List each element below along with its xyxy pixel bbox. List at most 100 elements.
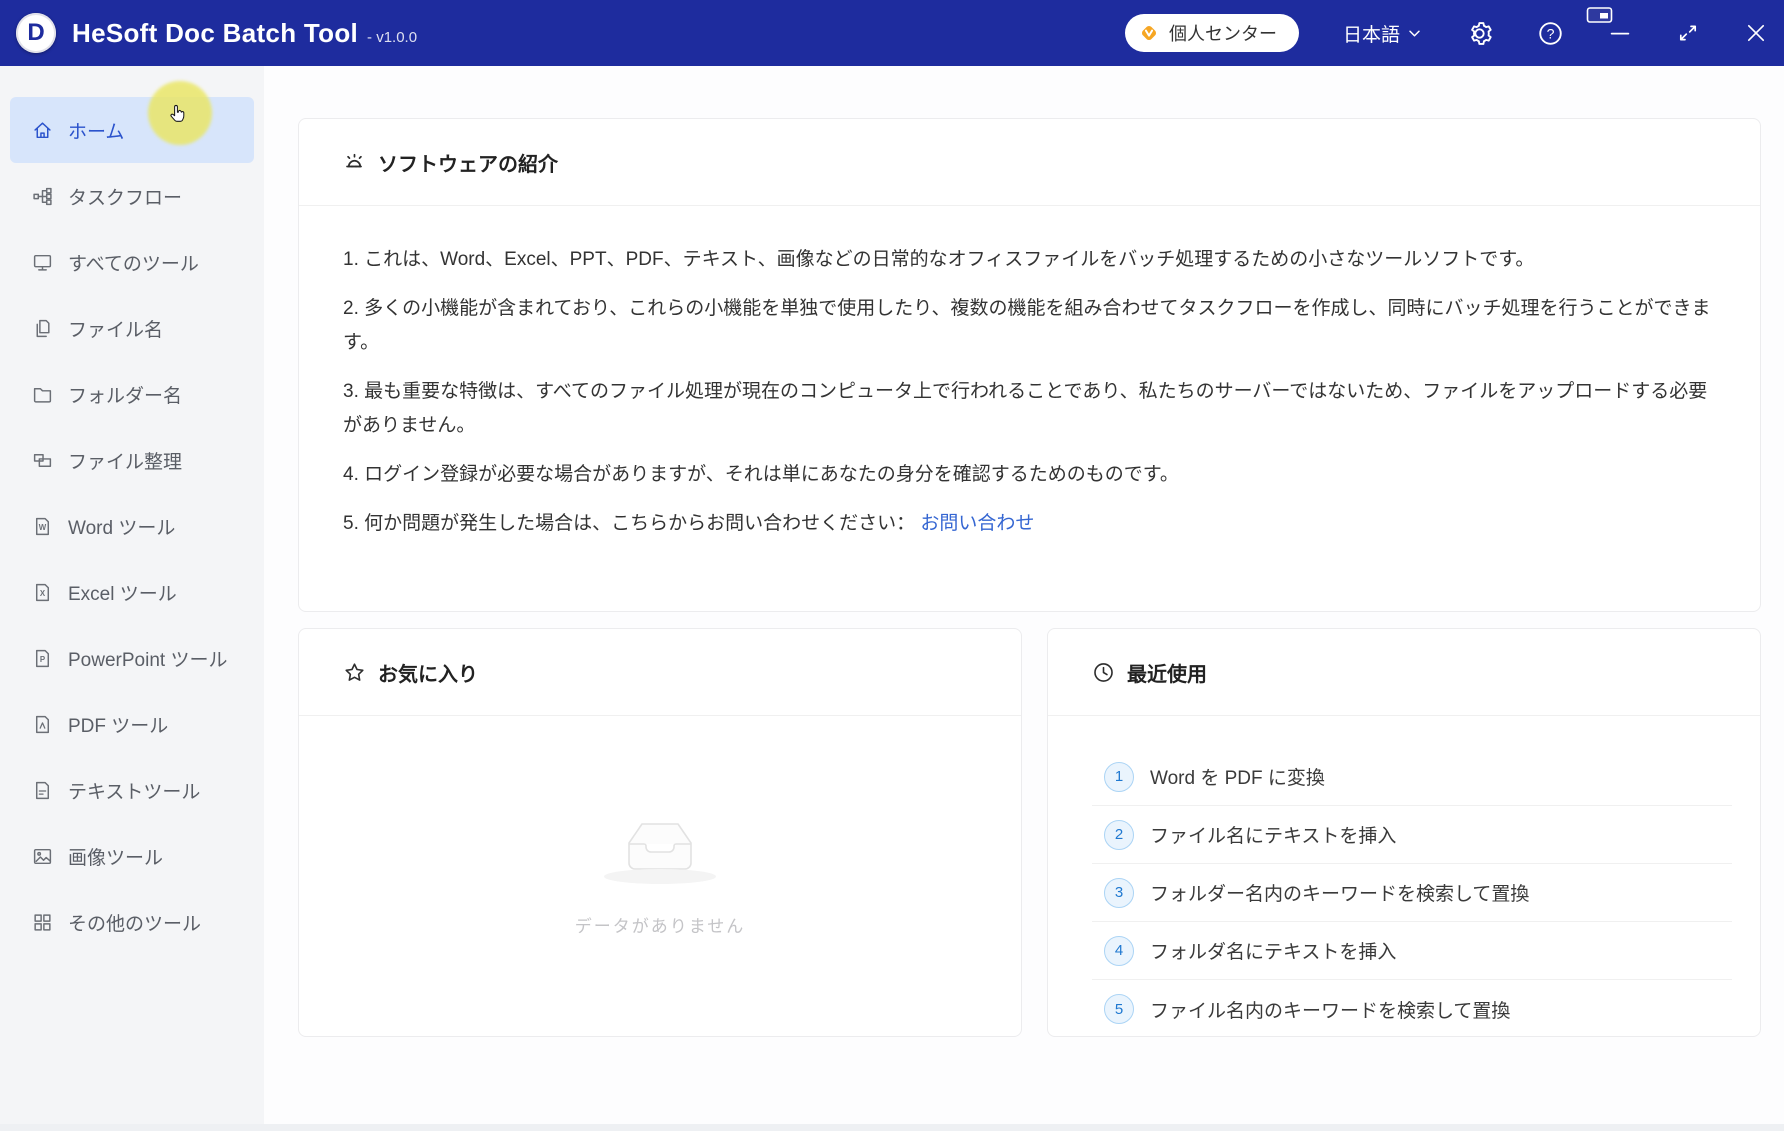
maximize-button[interactable] (1676, 21, 1700, 45)
window-bottom-edge (0, 1124, 1784, 1131)
app-version: - v1.0.0 (367, 29, 417, 46)
recent-item-4[interactable]: 4 フォルダ名にテキストを挿入 (1092, 922, 1732, 980)
chevron-down-icon (1407, 26, 1422, 41)
recent-item-2[interactable]: 2 ファイル名にテキストを挿入 (1092, 806, 1732, 864)
sidebar-item-label: Word ツール (68, 513, 175, 540)
main-content: ソフトウェアの紹介 1. これは、Word、Excel、PPT、PDF、テキスト… (264, 66, 1784, 1131)
app-title: HeSoft Doc Batch Tool (72, 18, 358, 49)
sidebar: ホーム タスクフロー すべてのツール ファイル名 フォルダー名 (0, 66, 264, 1131)
personal-center-button[interactable]: 個人センター (1125, 14, 1299, 52)
intro-line-5: 5. 何か問題が発生した場合は、こちらからお問い合わせください： お問い合わせ (343, 507, 1716, 541)
intro-card-title: ソフトウェアの紹介 (378, 148, 558, 177)
sidebar-item-text-tools[interactable]: テキストツール (0, 757, 264, 823)
empty-state-text: データがありません (575, 912, 746, 937)
sidebar-item-image-tools[interactable]: 画像ツール (0, 823, 264, 889)
recent-item-label: Word を PDF に変換 (1150, 763, 1325, 790)
sidebar-item-label: テキストツール (68, 777, 200, 804)
empty-icon-shadow (604, 869, 716, 884)
home-icon (32, 120, 53, 141)
help-icon[interactable]: ? (1537, 20, 1564, 47)
svg-text:P: P (40, 655, 45, 664)
intro-card-header: ソフトウェアの紹介 (299, 119, 1760, 206)
sidebar-item-other-tools[interactable]: その他のツール (0, 889, 264, 955)
floating-window-icon (1586, 5, 1616, 31)
beacon-icon (343, 151, 366, 174)
personal-center-label: 個人センター (1169, 20, 1277, 46)
contact-link[interactable]: お問い合わせ (920, 513, 1034, 534)
pdf-doc-icon (32, 714, 53, 735)
clock-icon (1092, 661, 1115, 684)
sidebar-item-home[interactable]: ホーム (10, 97, 254, 163)
sidebar-item-label: 画像ツール (68, 843, 163, 870)
image-icon (32, 846, 53, 867)
settings-gear-icon[interactable] (1466, 20, 1493, 47)
sidebar-item-label: ファイル名 (68, 315, 163, 342)
number-badge: 3 (1104, 878, 1134, 908)
text-doc-icon (32, 780, 53, 801)
number-badge: 1 (1104, 762, 1134, 792)
favorites-card-header: お気に入り (299, 629, 1021, 716)
sidebar-item-label: ホーム (68, 117, 124, 144)
sidebar-item-word-tools[interactable]: W Word ツール (0, 493, 264, 559)
grid-icon (32, 912, 53, 933)
recent-item-label: ファイル名にテキストを挿入 (1150, 821, 1396, 848)
recent-item-label: フォルダ名にテキストを挿入 (1150, 937, 1396, 964)
sidebar-item-powerpoint-tools[interactable]: P PowerPoint ツール (0, 625, 264, 691)
number-badge: 5 (1104, 994, 1134, 1024)
file-copy-icon (32, 318, 53, 339)
sidebar-item-label: PowerPoint ツール (68, 645, 227, 672)
favorites-empty-state: データがありません (299, 716, 1021, 1036)
vip-badge-icon (1138, 22, 1160, 44)
recent-item-1[interactable]: 1 Word を PDF に変換 (1092, 748, 1732, 806)
excel-doc-icon: X (32, 582, 53, 603)
language-selector[interactable]: 日本語 (1343, 20, 1422, 47)
number-badge: 4 (1104, 936, 1134, 966)
intro-line-3: 3. 最も重要な特徴は、すべてのファイル処理が現在のコンピュータ上で行われること… (343, 375, 1716, 443)
recently-used-card: 最近使用 1 Word を PDF に変換 2 ファイル名にテキストを挿入 3 … (1047, 628, 1761, 1037)
sidebar-item-label: タスクフロー (68, 183, 182, 210)
star-icon (343, 661, 366, 684)
click-highlight (148, 81, 212, 145)
hand-cursor-icon (167, 103, 188, 124)
software-intro-card: ソフトウェアの紹介 1. これは、Word、Excel、PPT、PDF、テキスト… (298, 118, 1761, 612)
recent-item-5[interactable]: 5 ファイル名内のキーワードを検索して置換 (1092, 980, 1732, 1038)
svg-text:X: X (40, 589, 46, 598)
sidebar-item-file-organize[interactable]: ファイル整理 (0, 427, 264, 493)
sidebar-item-label: ファイル整理 (68, 447, 182, 474)
close-button[interactable] (1744, 21, 1768, 45)
layout-icon (32, 450, 53, 471)
favorites-card-title: お気に入り (378, 658, 478, 687)
ppt-doc-icon: P (32, 648, 53, 669)
sidebar-item-file-name[interactable]: ファイル名 (0, 295, 264, 361)
sidebar-item-excel-tools[interactable]: X Excel ツール (0, 559, 264, 625)
recent-card-title: 最近使用 (1127, 658, 1207, 687)
monitor-icon (32, 252, 53, 273)
intro-line-2: 2. 多くの小機能が含まれており、これらの小機能を単独で使用したり、複数の機能を… (343, 292, 1716, 360)
sidebar-item-pdf-tools[interactable]: PDF ツール (0, 691, 264, 757)
sidebar-item-label: フォルダー名 (68, 381, 182, 408)
recent-item-label: ファイル名内のキーワードを検索して置換 (1150, 996, 1510, 1023)
sidebar-item-label: すべてのツール (68, 249, 199, 276)
sidebar-item-all-tools[interactable]: すべてのツール (0, 229, 264, 295)
recent-item-3[interactable]: 3 フォルダー名内のキーワードを検索して置換 (1092, 864, 1732, 922)
intro-line-1: 1. これは、Word、Excel、PPT、PDF、テキスト、画像などの日常的な… (343, 243, 1716, 277)
svg-text:?: ? (1547, 26, 1555, 42)
sidebar-item-label: PDF ツール (68, 711, 168, 738)
recent-card-header: 最近使用 (1048, 629, 1760, 716)
intro-line-4: 4. ログイン登録が必要な場合がありますが、それは単にあなたの身分を確認するため… (343, 458, 1716, 492)
intro-line-5-text: 5. 何か問題が発生した場合は、こちらからお問い合わせください： (343, 513, 915, 534)
folder-icon (32, 384, 53, 405)
sidebar-item-taskflow[interactable]: タスクフロー (0, 163, 264, 229)
sidebar-item-folder-name[interactable]: フォルダー名 (0, 361, 264, 427)
recent-item-label: フォルダー名内のキーワードを検索して置換 (1150, 879, 1529, 906)
sidebar-item-label: Excel ツール (68, 579, 177, 606)
flow-icon (32, 186, 53, 207)
svg-text:W: W (39, 523, 47, 532)
intro-card-body: 1. これは、Word、Excel、PPT、PDF、テキスト、画像などの日常的な… (299, 206, 1760, 541)
language-label: 日本語 (1343, 20, 1400, 47)
sidebar-item-label: その他のツール (68, 909, 201, 936)
app-logo-icon: D (16, 13, 56, 53)
titlebar: D HeSoft Doc Batch Tool - v1.0.0 個人センター … (0, 0, 1784, 66)
number-badge: 2 (1104, 820, 1134, 850)
word-doc-icon: W (32, 516, 53, 537)
